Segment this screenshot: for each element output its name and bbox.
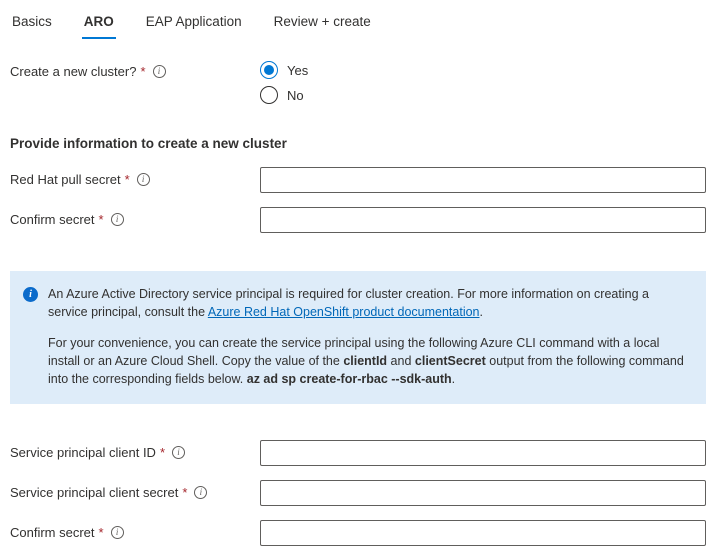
required-marker: *	[98, 525, 104, 540]
section-heading-new-cluster: Provide information to create a new clus…	[10, 136, 287, 151]
pull-secret-input[interactable]	[260, 167, 706, 193]
sp-client-id-label-group: Service principal client ID * i	[10, 440, 260, 460]
tab-aro[interactable]: ARO	[81, 12, 116, 39]
required-marker: *	[124, 172, 130, 187]
tab-eap-application[interactable]: EAP Application	[144, 12, 244, 39]
info-tooltip-icon[interactable]: i	[152, 65, 166, 78]
field-label: Confirm secret	[10, 525, 95, 540]
info-paragraph-cli-command: For your convenience, you can create the…	[48, 334, 688, 388]
pull-secret-label-group: Red Hat pull secret * i	[10, 167, 260, 187]
create-cluster-radio-group: Yes No	[260, 59, 308, 104]
field-label: Create a new cluster?	[10, 64, 137, 79]
info-text: .	[479, 305, 483, 319]
info-text: .	[451, 372, 456, 386]
confirm-secret-label-group: Confirm secret * i	[10, 520, 260, 540]
create-cluster-label-group: Create a new cluster? * i	[10, 59, 260, 79]
required-marker: *	[98, 212, 104, 227]
field-row-sp-client-id: Service principal client ID * i	[10, 440, 706, 466]
field-label: Service principal client ID	[10, 445, 156, 460]
info-tooltip-icon[interactable]: i	[136, 173, 150, 186]
info-message-content: An Azure Active Directory service princi…	[48, 285, 688, 388]
sp-client-id-input[interactable]	[260, 440, 706, 466]
confirm-secret-label-group: Confirm secret * i	[10, 207, 260, 227]
field-row-create-new-cluster: Create a new cluster? * i Yes No	[10, 59, 706, 104]
field-row-sp-client-secret: Service principal client secret * i	[10, 480, 706, 506]
field-row-pull-secret: Red Hat pull secret * i	[10, 167, 706, 193]
tab-basics[interactable]: Basics	[10, 12, 54, 39]
sp-client-secret-input[interactable]	[260, 480, 706, 506]
info-text: and	[387, 354, 415, 368]
field-label: Service principal client secret	[10, 485, 179, 500]
radio-no-label: No	[287, 87, 304, 103]
sp-client-secret-label-group: Service principal client secret * i	[10, 480, 260, 500]
info-tooltip-icon[interactable]: i	[172, 446, 186, 459]
confirm-secret-input-1[interactable]	[260, 207, 706, 233]
info-tooltip-icon[interactable]: i	[110, 213, 124, 226]
info-tooltip-icon[interactable]: i	[194, 486, 208, 499]
field-label: Red Hat pull secret	[10, 172, 121, 187]
required-marker: *	[140, 64, 146, 79]
info-filled-icon: i	[23, 287, 38, 302]
cli-command-text: az ad sp create-for-rbac --sdk-auth	[246, 372, 452, 386]
radio-option-no[interactable]: No	[260, 86, 308, 104]
field-row-confirm-secret-1: Confirm secret * i	[10, 207, 706, 233]
info-message-bar: i An Azure Active Directory service prin…	[10, 271, 706, 404]
field-label: Confirm secret	[10, 212, 95, 227]
field-row-confirm-secret-2: Confirm secret * i	[10, 520, 706, 546]
aro-create-wizard-page: Basics ARO EAP Application Review + crea…	[0, 0, 718, 546]
wizard-tab-bar: Basics ARO EAP Application Review + crea…	[10, 12, 706, 39]
openshift-documentation-link[interactable]: Azure Red Hat OpenShift product document…	[208, 305, 480, 319]
confirm-secret-input-2[interactable]	[260, 520, 706, 546]
info-tooltip-icon[interactable]: i	[110, 526, 124, 539]
radio-unselected-icon	[260, 86, 278, 104]
radio-selected-icon	[260, 61, 278, 79]
required-marker: *	[182, 485, 188, 500]
radio-option-yes[interactable]: Yes	[260, 61, 308, 79]
client-id-token: clientId	[343, 354, 388, 368]
client-secret-token: clientSecret	[414, 354, 486, 368]
tab-review-create[interactable]: Review + create	[272, 12, 373, 39]
info-paragraph-service-principal: An Azure Active Directory service princi…	[48, 285, 688, 321]
required-marker: *	[159, 445, 166, 460]
radio-yes-label: Yes	[287, 62, 309, 78]
